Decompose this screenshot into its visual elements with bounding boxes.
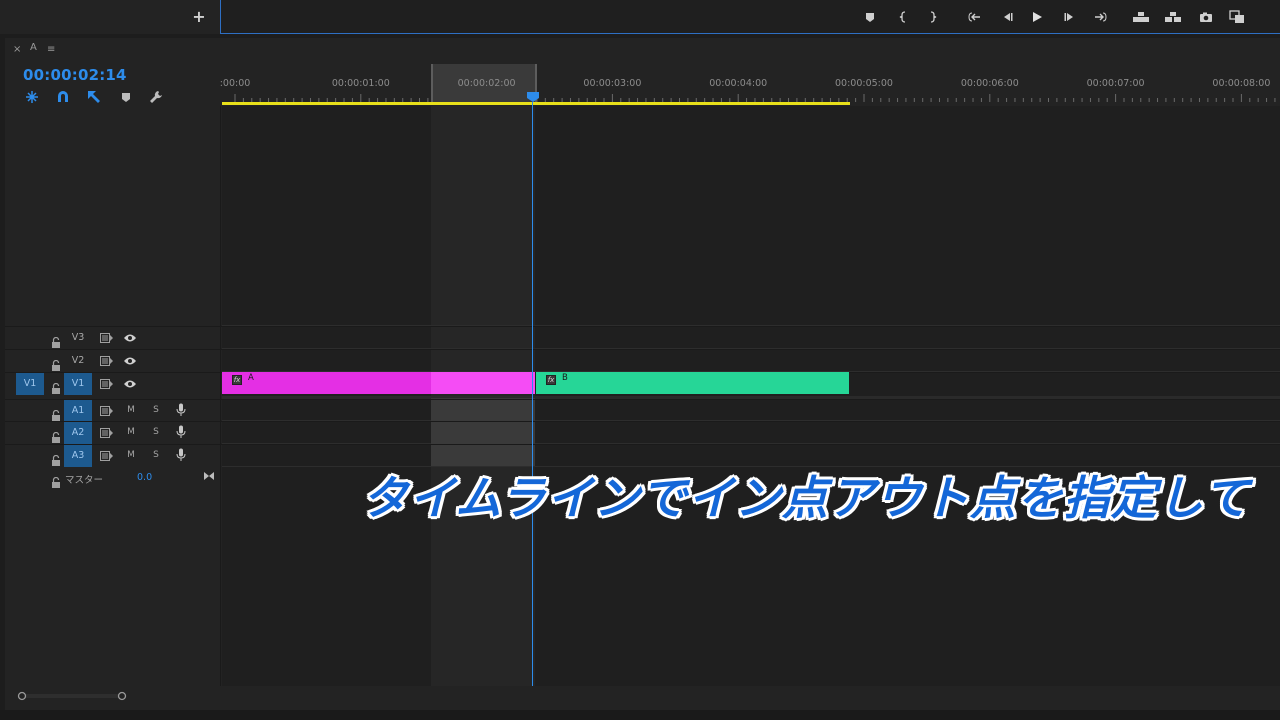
step-back-icon[interactable] xyxy=(998,8,1016,26)
wrench-settings-icon[interactable] xyxy=(148,89,164,105)
lock-icon[interactable] xyxy=(51,406,61,421)
lock-icon[interactable] xyxy=(51,428,61,443)
track-name-v2[interactable]: V2 xyxy=(64,350,92,372)
panel-tab-bar: × A ≡ xyxy=(5,40,215,62)
video-clip-b[interactable]: fx B xyxy=(536,372,849,394)
track-header-v2: V2 xyxy=(5,349,1280,371)
bottom-strip xyxy=(0,710,1280,720)
sync-lock-icon[interactable] xyxy=(99,426,113,440)
panel-menu-icon[interactable]: ≡ xyxy=(47,44,55,55)
sync-lock-icon[interactable] xyxy=(99,404,113,418)
lock-icon[interactable] xyxy=(51,356,61,371)
microphone-icon[interactable] xyxy=(174,425,188,439)
go-to-in-icon[interactable] xyxy=(965,8,983,26)
eye-icon[interactable] xyxy=(123,377,137,391)
linked-selection-icon[interactable] xyxy=(86,89,102,105)
fx-badge-icon: fx xyxy=(546,375,556,385)
sequence-tab[interactable]: A xyxy=(30,42,37,53)
step-forward-icon[interactable] xyxy=(1061,8,1079,26)
ruler-label: 00:00:07:00 xyxy=(1086,78,1145,89)
work-area-bar[interactable] xyxy=(222,102,850,105)
ruler-label: 00:00:05:00 xyxy=(835,78,893,89)
in-point-handle[interactable] xyxy=(431,64,433,104)
sync-lock-icon[interactable] xyxy=(99,449,113,463)
source-patch-v1[interactable]: V1 xyxy=(16,373,44,395)
ruler-label: :00:00 xyxy=(219,78,251,89)
zoom-scrollbar[interactable] xyxy=(16,686,128,701)
fx-badge-icon: fx xyxy=(232,375,242,385)
ruler-label: 00:00:02:00 xyxy=(457,78,516,89)
track-name-a1[interactable]: A1 xyxy=(64,400,92,422)
ruler-label: 00:00:03:00 xyxy=(583,78,642,89)
close-icon[interactable]: × xyxy=(13,44,21,55)
master-track-label: マスター xyxy=(65,475,104,486)
add-button[interactable]: + xyxy=(192,7,206,27)
add-marker-icon[interactable] xyxy=(118,89,134,105)
track-header-column xyxy=(5,106,221,686)
compare-view-icon[interactable] xyxy=(1228,8,1246,26)
lock-icon[interactable] xyxy=(51,473,61,488)
mark-out-icon[interactable] xyxy=(924,8,942,26)
mute-button[interactable]: M xyxy=(125,405,137,415)
go-to-end-icon[interactable] xyxy=(202,469,216,483)
clip-a-label: A xyxy=(248,373,254,383)
lock-icon[interactable] xyxy=(51,379,61,394)
track-name-v3[interactable]: V3 xyxy=(64,327,92,349)
extract-icon[interactable] xyxy=(1164,8,1182,26)
ruler-label: 00:00:06:00 xyxy=(960,78,1019,89)
master-volume-value[interactable]: 0.0 xyxy=(137,472,152,483)
eye-icon[interactable] xyxy=(123,354,137,368)
playhead-timecode[interactable]: 00:00:02:14 xyxy=(23,66,127,84)
play-icon[interactable] xyxy=(1028,8,1046,26)
clip-b-label: B xyxy=(562,373,568,383)
playhead-line[interactable] xyxy=(532,102,533,686)
go-to-out-icon[interactable] xyxy=(1092,8,1110,26)
program-monitor-controls xyxy=(220,0,1280,34)
lift-icon[interactable] xyxy=(1132,8,1150,26)
eye-icon[interactable] xyxy=(123,331,137,345)
track-header-v3: V3 xyxy=(5,326,1280,348)
zoom-handle-right xyxy=(117,691,127,701)
microphone-icon[interactable] xyxy=(174,403,188,417)
nest-sequence-icon[interactable] xyxy=(24,89,40,105)
sync-lock-icon[interactable] xyxy=(99,377,113,391)
zoom-handle-left xyxy=(17,691,27,701)
mute-button[interactable]: M xyxy=(125,450,137,460)
sync-lock-icon[interactable] xyxy=(99,331,113,345)
snap-magnet-icon[interactable] xyxy=(55,89,71,105)
mark-in-icon[interactable] xyxy=(894,8,912,26)
mute-button[interactable]: M xyxy=(125,427,137,437)
clip-a-selected-range xyxy=(431,372,535,394)
video-clip-a[interactable]: fx A xyxy=(222,372,535,394)
track-header-a1: A1 M S xyxy=(5,399,1280,422)
track-name-a2[interactable]: A2 xyxy=(64,422,92,444)
lock-icon[interactable] xyxy=(51,333,61,348)
solo-button[interactable]: S xyxy=(150,427,162,437)
solo-button[interactable]: S xyxy=(150,450,162,460)
project-area-top xyxy=(0,0,220,34)
solo-button[interactable]: S xyxy=(150,405,162,415)
ruler-label: 00:00:01:00 xyxy=(331,78,390,89)
export-frame-icon[interactable] xyxy=(1197,8,1215,26)
ruler-label: 00:00:08:00 xyxy=(1212,78,1271,89)
ruler-label: 00:00:04:00 xyxy=(709,78,768,89)
track-name-a3[interactable]: A3 xyxy=(64,445,92,467)
track-header-a2: A2 M S xyxy=(5,421,1280,444)
instruction-caption: タイムラインでイン点アウト点を指定して xyxy=(362,471,1251,525)
microphone-icon[interactable] xyxy=(174,448,188,462)
track-name-v1[interactable]: V1 xyxy=(64,373,92,395)
sync-lock-icon[interactable] xyxy=(99,354,113,368)
add-marker-icon[interactable] xyxy=(861,8,879,26)
lock-icon[interactable] xyxy=(51,451,61,466)
